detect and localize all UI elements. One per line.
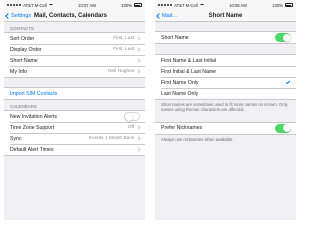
chevron-right-icon: [136, 36, 141, 41]
back-button[interactable]: Settings: [5, 10, 32, 22]
new-invitation-alerts-row: New Invitation Alerts: [4, 111, 145, 122]
my-info-row[interactable]: My Info Neil Hughes: [4, 66, 145, 77]
chevron-right-icon: [136, 69, 141, 74]
back-button-label: Settings: [11, 13, 32, 19]
row-label: Short Name: [10, 57, 38, 64]
option-label: Last Name Only: [161, 90, 199, 97]
calendars-group: New Invitation Alerts Time Zone Support …: [4, 110, 145, 156]
contacts-section-header: CONTACTS: [10, 25, 34, 31]
prefer-nicknames-row: Prefer Nicknames: [155, 123, 296, 134]
short-name-row[interactable]: Short Name: [4, 55, 145, 66]
row-label: Short Name: [161, 34, 189, 41]
row-value: First, Last: [113, 36, 135, 41]
row-label: Prefer Nicknames: [161, 125, 203, 132]
row-label: Display Order: [10, 46, 42, 53]
row-label: My Info: [10, 68, 28, 75]
default-alert-times-row[interactable]: Default Alert Times: [4, 144, 145, 155]
page-title: Short Name: [208, 12, 243, 19]
status-bar: AT&T M-Cell 10:07 AM 100%: [4, 0, 145, 10]
row-label: Sync: [10, 135, 22, 142]
option-first-name-last-initial[interactable]: First Name & Last Initial: [155, 55, 296, 66]
carrier-label: AT&T M-Cell: [174, 2, 198, 8]
short-name-footnote: Short names are sometimes used to fit mo…: [161, 102, 288, 113]
battery-icon: [285, 3, 293, 7]
mail-contacts-calendars-screen: AT&T M-Cell 10:07 AM 100% Settings Mail,…: [4, 0, 145, 220]
status-time: 10:07 AM: [78, 2, 96, 8]
option-label: First Name & Last Initial: [161, 57, 217, 64]
option-first-name-only[interactable]: First Name Only: [155, 77, 296, 88]
page-title: Mail, Contacts, Calendars: [34, 12, 108, 19]
option-label: First Initial & Last Name: [161, 68, 217, 75]
chevron-right-icon: [136, 47, 141, 52]
short-name-screen: AT&T M-Cell 10:08 AM 100% Mail... Short …: [155, 0, 296, 220]
short-name-options-group: First Name & Last Initial First Initial …: [155, 54, 296, 100]
new-invitation-alerts-toggle[interactable]: [124, 112, 140, 121]
row-label: Sort Order: [10, 35, 35, 42]
import-group: Import SIM Contacts: [4, 87, 145, 100]
signal-icon: [7, 3, 22, 7]
sort-order-row[interactable]: Sort Order First, Last: [4, 33, 145, 44]
checkmark-icon: [285, 79, 291, 85]
sync-row[interactable]: Sync Events 1 Month Back: [4, 133, 145, 144]
short-name-toggle[interactable]: [275, 33, 291, 42]
prefer-nicknames-toggle[interactable]: [275, 123, 291, 133]
calendars-section-header: CALENDARS: [10, 103, 37, 109]
row-value: Neil Hughes: [108, 69, 135, 74]
status-bar: AT&T M-Cell 10:08 AM 100%: [155, 0, 296, 10]
row-value: Off: [127, 125, 135, 130]
row-label: Time Zone Support: [10, 124, 55, 131]
toggle-knob: [282, 124, 291, 133]
row-label: Default Alert Times: [10, 146, 54, 153]
chevron-right-icon: [136, 136, 141, 141]
row-label: New Invitation Alerts: [10, 113, 57, 120]
row-value: Events 1 Month Back: [88, 136, 135, 141]
toggle-knob: [125, 113, 133, 121]
time-zone-support-row[interactable]: Time Zone Support Off: [4, 122, 145, 133]
nicknames-footnote: Always use nicknames when available.: [161, 136, 234, 142]
prefer-nicknames-group: Prefer Nicknames: [155, 121, 296, 135]
row-value: First, Last: [113, 47, 135, 52]
chevron-right-icon: [136, 58, 141, 63]
contacts-group: Sort Order First, Last Display Order Fir…: [4, 32, 145, 78]
option-last-name-only[interactable]: Last Name Only: [155, 88, 296, 99]
carrier-label: AT&T M-Cell: [23, 2, 47, 8]
option-first-initial-last-name[interactable]: First Initial & Last Name: [155, 66, 296, 77]
toggle-knob: [282, 33, 291, 42]
battery-label: 100%: [272, 2, 283, 8]
status-time: 10:08 AM: [229, 2, 247, 8]
chevron-right-icon: [136, 125, 141, 130]
import-sim-contacts-label: Import SIM Contacts: [10, 90, 58, 97]
navigation-bar: Mail... Short Name: [155, 10, 296, 22]
battery-label: 100%: [121, 2, 132, 8]
signal-icon: [158, 3, 173, 7]
short-name-row: Short Name: [155, 32, 296, 43]
wifi-icon: [199, 3, 204, 7]
battery-icon: [134, 3, 142, 7]
chevron-right-icon: [136, 147, 141, 152]
navigation-bar: Settings Mail, Contacts, Calendars: [4, 10, 145, 22]
option-label: First Name Only: [161, 79, 199, 86]
chevron-left-icon: [5, 13, 11, 19]
import-sim-contacts-button[interactable]: Import SIM Contacts: [4, 88, 145, 99]
short-name-toggle-group: Short Name: [155, 31, 296, 44]
wifi-icon: [48, 3, 53, 7]
display-order-row[interactable]: Display Order First, Last: [4, 44, 145, 55]
